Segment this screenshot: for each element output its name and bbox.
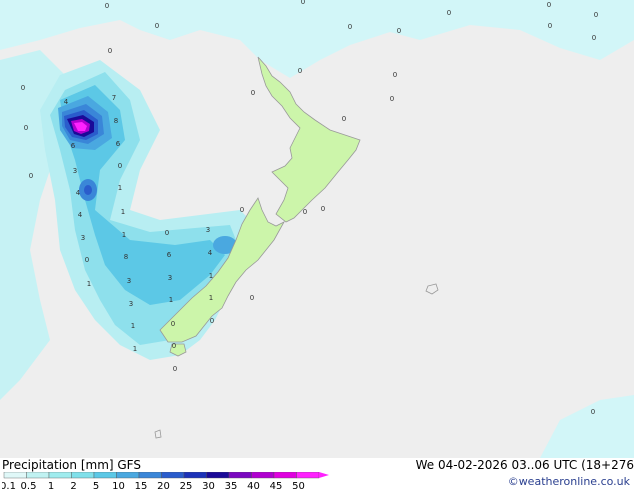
value-label: 3 — [127, 277, 131, 285]
value-label: 0 — [390, 95, 394, 103]
legend-label: 15 — [135, 481, 148, 490]
value-label: 6 — [167, 251, 172, 259]
legend-swatch — [116, 472, 140, 479]
value-label: 0 — [108, 47, 112, 55]
legend-swatch — [228, 472, 252, 479]
value-label: 4 — [76, 189, 81, 197]
legend-label: 5 — [93, 481, 99, 490]
legend-swatch — [206, 472, 230, 479]
value-label: 1 — [131, 322, 135, 330]
legend-swatch — [138, 472, 162, 479]
value-label: 0 — [250, 294, 254, 302]
value-label: 1 — [87, 280, 91, 288]
legend-swatch — [296, 472, 320, 479]
value-label: 1 — [118, 184, 122, 192]
value-label: 0 — [591, 408, 595, 416]
value-label: 0 — [397, 27, 401, 35]
legend-label: 2 — [70, 481, 76, 490]
value-label: 6 — [116, 140, 121, 148]
map-title: Precipitation [mm] GFS — [2, 458, 141, 472]
legend-label: 0.5 — [21, 481, 37, 490]
value-label: 0 — [342, 115, 346, 123]
value-label: 8 — [124, 253, 128, 261]
value-label: 0 — [24, 124, 28, 132]
value-label: 0 — [21, 84, 25, 92]
credit-link[interactable]: ©weatheronline.co.uk — [508, 475, 630, 488]
value-label: 0 — [303, 208, 307, 216]
legend-swatch — [273, 472, 297, 479]
value-label: 0 — [165, 229, 169, 237]
value-label: 0 — [447, 9, 451, 17]
value-label: 3 — [206, 226, 210, 234]
legend-label: 40 — [247, 481, 260, 490]
value-label: 0 — [29, 172, 33, 180]
legend-label: 35 — [225, 481, 238, 490]
value-label: 0 — [85, 256, 89, 264]
legend-label: 30 — [202, 481, 215, 490]
precipitation-map: 0 0 0 0 0 0 0 0 0 0 0 0 0 0 0 0 0 0 0 0 0 0 4 7 8 6 6 0 3 1 4 1 4 1 3 0 3 0 8 6… — [0, 0, 634, 458]
valid-time: We 04-02-2026 03..06 UTC (18+276 — [415, 458, 634, 472]
value-label: 4 — [78, 211, 83, 219]
value-label: 1 — [209, 294, 213, 302]
precip-cell-secondary-core — [84, 185, 92, 195]
value-label: 0 — [155, 22, 159, 30]
colorbar-legend: 0.1 0.5 1 2 5 10 15 20 25 30 35 40 45 50 — [2, 472, 329, 490]
value-label: 0 — [173, 365, 177, 373]
value-label: 3 — [81, 234, 85, 242]
value-label: 3 — [129, 300, 133, 308]
value-label: 0 — [171, 320, 175, 328]
legend-label: 45 — [270, 481, 283, 490]
value-label: 4 — [208, 249, 213, 257]
value-label: 1 — [133, 345, 137, 353]
value-label: 0 — [240, 206, 244, 214]
value-label: 0 — [547, 1, 551, 9]
value-label: 0 — [321, 205, 325, 213]
value-label: 7 — [112, 94, 116, 102]
value-label: 0 — [348, 23, 352, 31]
value-label: 0 — [172, 342, 176, 350]
value-label: 0 — [251, 89, 255, 97]
legend-label: 10 — [112, 481, 125, 490]
value-label: 4 — [64, 98, 69, 106]
value-label: 0 — [105, 2, 109, 10]
value-label: 0 — [393, 71, 397, 79]
value-label: 1 — [169, 296, 173, 304]
value-label: 0 — [594, 11, 598, 19]
legend-label: 25 — [180, 481, 193, 490]
value-label: 1 — [121, 208, 125, 216]
value-label: 0 — [210, 317, 214, 325]
legend-swatch — [93, 472, 117, 479]
value-label: 1 — [122, 231, 126, 239]
value-label: 0 — [592, 34, 596, 42]
legend-label: 50 — [292, 481, 305, 490]
value-label: 0 — [548, 22, 552, 30]
value-label: 0 — [298, 67, 302, 75]
value-label: 8 — [114, 117, 118, 125]
value-label: 0 — [301, 0, 305, 6]
legend-label: 0.1 — [2, 481, 16, 490]
legend-swatch — [161, 472, 185, 479]
legend-label: 20 — [157, 481, 170, 490]
legend-swatch — [71, 472, 95, 479]
legend-swatch — [48, 472, 72, 479]
value-label: 6 — [71, 142, 76, 150]
value-label: 0 — [118, 162, 122, 170]
footer: Precipitation [mm] GFS We 04-02-2026 03.… — [0, 458, 634, 490]
value-label: 1 — [209, 272, 213, 280]
legend-swatch — [251, 472, 275, 479]
legend-arrow — [319, 472, 329, 478]
legend-swatch — [26, 472, 50, 479]
legend-label: 1 — [48, 481, 54, 490]
value-label: 3 — [168, 274, 172, 282]
legend-swatch — [183, 472, 207, 479]
value-label: 3 — [73, 167, 77, 175]
legend-swatch — [3, 472, 27, 479]
